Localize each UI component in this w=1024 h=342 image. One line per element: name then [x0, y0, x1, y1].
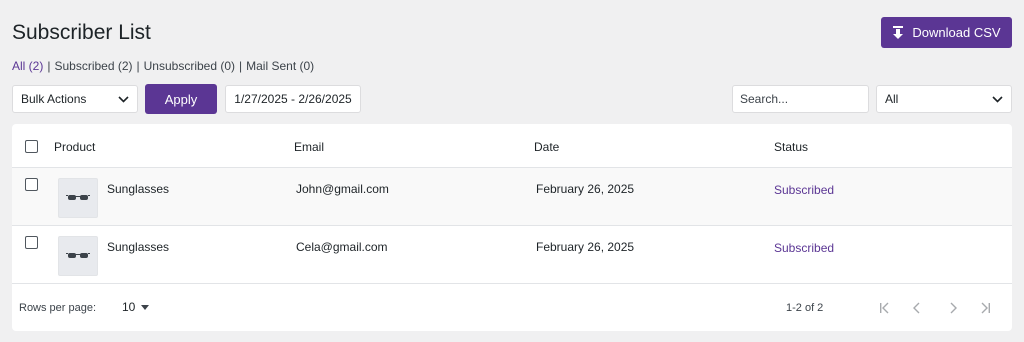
- separator: |: [136, 59, 140, 73]
- rows-per-page-label: Rows per page:: [19, 302, 97, 314]
- email-cell: Cela@gmail.com: [296, 240, 388, 254]
- chevron-down-icon: [118, 92, 129, 106]
- email-cell: John@gmail.com: [296, 182, 389, 196]
- download-csv-button[interactable]: Download CSV: [881, 17, 1012, 48]
- first-page-icon[interactable]: [876, 300, 892, 316]
- product-name[interactable]: Sunglasses: [107, 240, 169, 254]
- subscriber-table: Product Email Date Status Sunglasses Joh…: [12, 124, 1012, 331]
- bulk-actions-value: Bulk Actions: [21, 92, 87, 106]
- status-filter-links: All (2) | Subscribed (2) | Unsubscribed (0…: [12, 59, 314, 73]
- page-title: Subscriber List: [12, 21, 151, 44]
- column-product[interactable]: Product: [54, 140, 95, 154]
- product-thumbnail: [58, 236, 98, 276]
- table-footer: Rows per page: 10 1-2 of 2: [12, 284, 1012, 331]
- filter-all[interactable]: All (2): [12, 59, 43, 73]
- pagination-range: 1-2 of 2: [786, 302, 824, 314]
- search-input[interactable]: [732, 85, 869, 113]
- filter-unsubscribed[interactable]: Unsubscribed (0): [144, 59, 235, 73]
- download-csv-label: Download CSV: [912, 25, 1001, 40]
- filter-mail-sent[interactable]: Mail Sent (0): [246, 59, 314, 73]
- product-thumbnail: [58, 178, 98, 218]
- last-page-icon[interactable]: [978, 300, 994, 316]
- caret-down-icon: [141, 304, 150, 310]
- bulk-actions-select[interactable]: Bulk Actions: [12, 85, 138, 113]
- column-date[interactable]: Date: [534, 140, 559, 154]
- sunglasses-icon: [66, 253, 90, 258]
- table-row: Sunglasses John@gmail.com February 26, 2…: [12, 168, 1012, 226]
- chevron-down-icon: [992, 92, 1003, 106]
- separator: |: [239, 59, 243, 73]
- date-range-picker[interactable]: 1/27/2025 - 2/26/2025: [225, 85, 361, 113]
- sunglasses-icon: [66, 195, 90, 200]
- status-filter-select[interactable]: All: [876, 85, 1012, 113]
- status-filter-value: All: [885, 92, 899, 106]
- status-badge: Subscribed: [774, 183, 835, 197]
- date-cell: February 26, 2025: [536, 240, 635, 254]
- rows-per-page-select[interactable]: 10: [122, 300, 150, 314]
- product-name[interactable]: Sunglasses: [107, 182, 169, 196]
- row-checkbox[interactable]: [25, 236, 38, 249]
- previous-page-icon[interactable]: [909, 300, 925, 316]
- next-page-icon[interactable]: [945, 300, 961, 316]
- select-all-checkbox[interactable]: [25, 140, 38, 153]
- row-checkbox[interactable]: [25, 178, 38, 191]
- download-icon: [892, 25, 904, 40]
- column-status[interactable]: Status: [774, 140, 808, 154]
- status-badge: Subscribed: [774, 241, 835, 255]
- table-header: Product Email Date Status: [12, 124, 1012, 168]
- filter-subscribed[interactable]: Subscribed (2): [54, 59, 132, 73]
- column-email[interactable]: Email: [294, 140, 324, 154]
- apply-button[interactable]: Apply: [145, 84, 217, 114]
- table-row: Sunglasses Cela@gmail.com February 26, 2…: [12, 226, 1012, 284]
- date-cell: February 26, 2025: [536, 182, 635, 196]
- rows-per-page-value: 10: [122, 300, 136, 314]
- separator: |: [47, 59, 51, 73]
